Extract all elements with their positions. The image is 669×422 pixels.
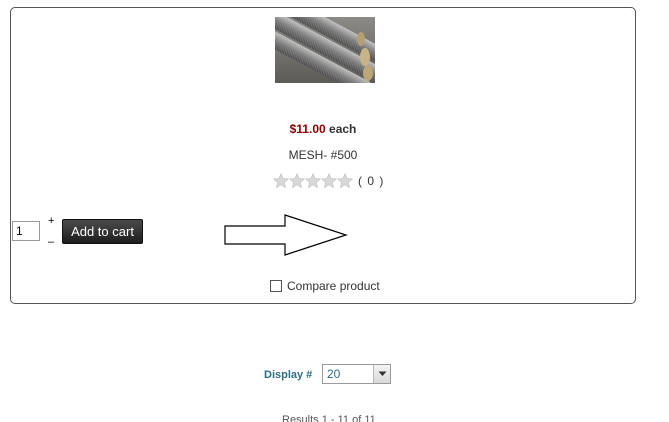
star-icon [337, 173, 353, 189]
display-count-value: 20 [327, 367, 341, 381]
price-line: $11.00 each [11, 122, 635, 136]
product-card: $11.00 each MESH- #500 ( 0 ) + – Add to … [10, 7, 636, 304]
star-icon [305, 173, 321, 189]
review-count: ( 0 ) [358, 174, 385, 188]
add-to-cart-button[interactable]: Add to cart [62, 219, 143, 244]
chevron-down-icon[interactable] [373, 365, 390, 383]
results-counter: Results 1 - 11 of 11 [282, 414, 376, 422]
display-count-select[interactable]: 20 [322, 364, 391, 384]
product-price: $11.00 [289, 122, 326, 136]
star-icon [289, 173, 305, 189]
product-image[interactable] [275, 17, 375, 83]
quantity-increase-button[interactable]: + [48, 215, 54, 227]
star-icon [321, 173, 337, 189]
display-count-label: Display # [264, 369, 313, 381]
compare-checkbox[interactable] [270, 280, 282, 292]
rating[interactable]: ( 0 ) [273, 172, 384, 190]
right-arrow-annotation [224, 214, 348, 256]
compare-product[interactable]: Compare product [270, 279, 380, 293]
price-unit: each [329, 122, 357, 136]
compare-label: Compare product [287, 279, 380, 293]
quantity-input[interactable] [12, 221, 40, 241]
product-name[interactable]: MESH- #500 [11, 148, 635, 162]
quantity-decrease-button[interactable]: – [48, 236, 54, 248]
star-icon [273, 173, 289, 189]
